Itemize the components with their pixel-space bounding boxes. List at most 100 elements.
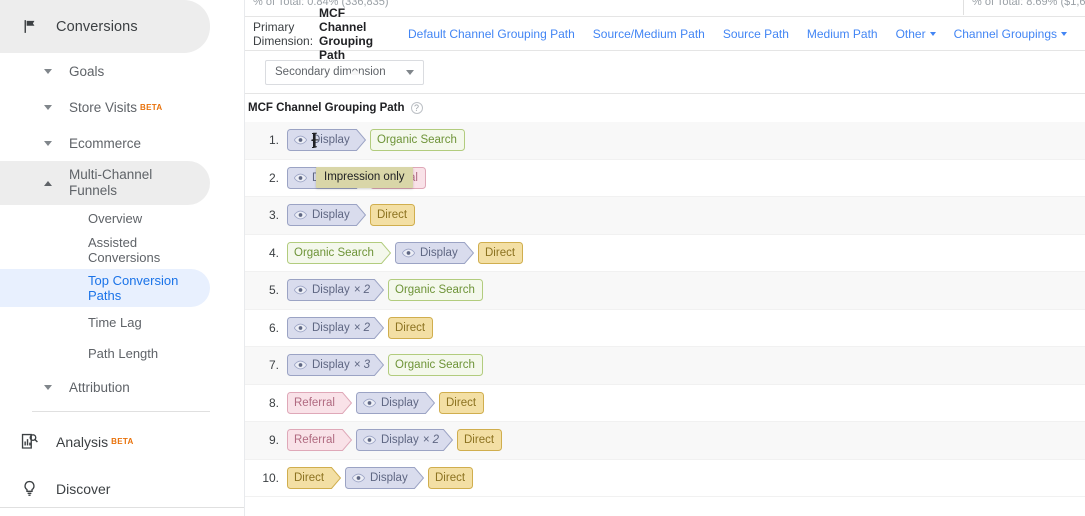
sidebar-sub-label: Assisted Conversions — [88, 235, 160, 265]
path-step-chip[interactable]: Display — [287, 204, 366, 227]
beta-badge: BETA — [140, 102, 163, 112]
table-row[interactable]: 3. Display Direct — [245, 197, 1085, 235]
sidebar-group-attribution-wrap: Attribution — [0, 369, 244, 405]
conversion-path: Organic Search Display Direct — [287, 241, 523, 264]
impression-only-tooltip: Impression only — [316, 167, 413, 188]
table-row[interactable]: 1. Display Organic Search — [245, 122, 1085, 160]
sidebar-group-mcf-wrap: Multi-Channel Funnels — [0, 161, 244, 205]
table-column-header: MCF Channel Grouping Path ? — [245, 94, 1085, 122]
dimension-tab-active[interactable]: MCF Channel Grouping Path — [319, 6, 390, 75]
path-step-chip[interactable]: Direct — [388, 316, 433, 339]
row-index: 1. — [268, 133, 279, 148]
row-index: 4. — [268, 245, 279, 260]
sidebar-item-overview[interactable]: Overview — [0, 205, 244, 231]
path-step-chip[interactable]: Display — [356, 391, 435, 414]
bulb-icon — [12, 479, 46, 498]
chevron-down-icon — [44, 104, 52, 110]
path-step-chip[interactable]: Organic Search — [388, 354, 483, 377]
dimension-tab-source-path[interactable]: Source Path — [723, 27, 789, 41]
dimension-tab-other-label: Other — [895, 26, 926, 41]
table-row[interactable]: 5. Display × 2 Organic Search — [245, 272, 1085, 310]
sidebar-group-label: Store Visits — [69, 99, 138, 115]
conversion-path: Display Organic Search — [287, 129, 465, 152]
chevron-down-icon — [929, 32, 936, 37]
sidebar-group-store-visits-wrap: Store Visits BETA — [0, 89, 244, 125]
sidebar-sub-label-line1: Top Conversion — [88, 273, 179, 288]
sidebar-group-label: Ecommerce — [69, 135, 142, 151]
sidebar-group-label-line2: Funnels — [69, 183, 118, 198]
table-row[interactable]: 4. Organic Search Display Direct — [245, 234, 1085, 272]
path-step-chip[interactable]: Referral — [287, 429, 352, 452]
path-step-chip[interactable]: Display — [345, 466, 424, 489]
path-step-chip[interactable]: Organic Search — [287, 241, 391, 264]
dimension-tab-medium-path[interactable]: Medium Path — [807, 27, 878, 41]
table-row[interactable]: 10. Direct Display Direct — [245, 459, 1085, 497]
row-index: 3. — [268, 208, 279, 223]
sidebar-group-multi-channel-funnels[interactable]: Multi-Channel Funnels — [0, 161, 210, 205]
path-step-chip[interactable]: Display × 2 — [287, 279, 384, 302]
row-index: 8. — [268, 395, 279, 410]
sidebar-group-label-line1: Multi-Channel — [69, 167, 153, 182]
sidebar-bottom-divider — [0, 507, 244, 508]
path-step-chip[interactable]: Direct — [287, 466, 341, 489]
sidebar-sub-label-line2: Conversions — [88, 250, 161, 265]
analysis-icon — [12, 432, 46, 451]
row-index: 9. — [268, 433, 279, 448]
sidebar-sub-label: Overview — [88, 210, 143, 226]
path-step-chip[interactable]: Display × 3 — [287, 354, 384, 377]
path-step-chip[interactable]: Display — [395, 241, 474, 264]
path-step-chip[interactable]: Direct — [439, 391, 484, 414]
table-row[interactable]: 6. Display × 2 Direct — [245, 309, 1085, 347]
dimension-tab-default-channel-grouping-path[interactable]: Default Channel Grouping Path — [408, 27, 575, 41]
sidebar-sub-label-line1: Assisted — [88, 235, 138, 250]
sidebar-item-discover[interactable]: Discover — [0, 465, 244, 512]
path-step-chip[interactable]: Direct — [370, 204, 415, 227]
left-navigation-sidebar: Conversions Goals Store Visits BETA Ecom… — [0, 0, 245, 516]
chevron-down-icon — [44, 140, 52, 146]
chevron-down-icon — [44, 68, 52, 74]
sidebar-item-assisted-conversions[interactable]: Assisted Conversions — [0, 231, 244, 269]
secondary-dimension-button[interactable]: Secondary dimension — [265, 59, 424, 85]
chevron-down-icon — [1061, 32, 1067, 37]
table-row[interactable]: 7. Display × 3 Organic Search — [245, 347, 1085, 385]
path-step-chip[interactable]: Organic Search — [370, 129, 465, 152]
sidebar-sub-label: Top Conversion Paths — [88, 273, 178, 303]
path-step-chip[interactable]: Display × 2 — [287, 316, 384, 339]
path-step-chip[interactable]: Direct — [457, 429, 502, 452]
secondary-dimension-label: Secondary dimension — [275, 66, 386, 78]
path-step-chip[interactable]: Display × 2 — [356, 429, 453, 452]
path-step-chip[interactable]: Organic Search — [388, 279, 483, 302]
sidebar-item-top-conversion-paths[interactable]: Top Conversion Paths — [0, 269, 210, 307]
sidebar-group-store-visits[interactable]: Store Visits BETA — [0, 89, 244, 125]
conversion-path: Referral Display × 2 Direct — [287, 429, 502, 452]
sidebar-item-admin[interactable]: Admin — [0, 512, 244, 516]
table-row[interactable]: 8. Referral Display Direct — [245, 384, 1085, 422]
dimension-tab-source-medium-path[interactable]: Source/Medium Path — [593, 27, 705, 41]
sidebar-group-label: Multi-Channel Funnels — [69, 167, 152, 199]
sidebar-group-label: Attribution — [69, 379, 130, 395]
path-step-chip[interactable]: Direct — [478, 241, 523, 264]
help-icon[interactable]: ? — [410, 102, 423, 114]
sidebar-item-label: Analysis — [56, 433, 109, 450]
row-index: 10. — [262, 470, 279, 485]
dimension-tab-channel-groupings[interactable]: Channel Groupings — [954, 27, 1067, 41]
table-row[interactable]: 9. Referral Display × 2 Direct — [245, 422, 1085, 460]
sidebar-sub-label: Time Lag — [88, 315, 142, 330]
path-step-chip[interactable]: Referral — [287, 391, 352, 414]
sidebar-item-conversions[interactable]: Conversions — [0, 0, 210, 53]
sidebar-group-goals[interactable]: Goals — [0, 53, 244, 89]
sidebar-item-time-lag[interactable]: Time Lag — [0, 307, 244, 338]
conversion-path: Display Direct — [287, 204, 415, 227]
sidebar-item-path-length[interactable]: Path Length — [0, 338, 244, 369]
sidebar-item-analysis[interactable]: Analysis BETA — [0, 418, 244, 465]
path-step-chip[interactable]: Direct — [428, 466, 473, 489]
chevron-down-icon — [405, 69, 414, 75]
sidebar-group-attribution[interactable]: Attribution — [0, 369, 244, 405]
dimension-tab-other[interactable]: Other — [896, 27, 936, 41]
metric-divider — [963, 0, 964, 15]
sidebar-sub-label-line2: Paths — [88, 288, 122, 303]
sidebar-group-ecommerce[interactable]: Ecommerce — [0, 125, 244, 161]
path-step-chip[interactable]: Display — [287, 129, 366, 152]
row-index: 6. — [268, 320, 279, 335]
main-content-area: % of Total: 0.84% (336,835) % of Total: … — [245, 0, 1085, 516]
